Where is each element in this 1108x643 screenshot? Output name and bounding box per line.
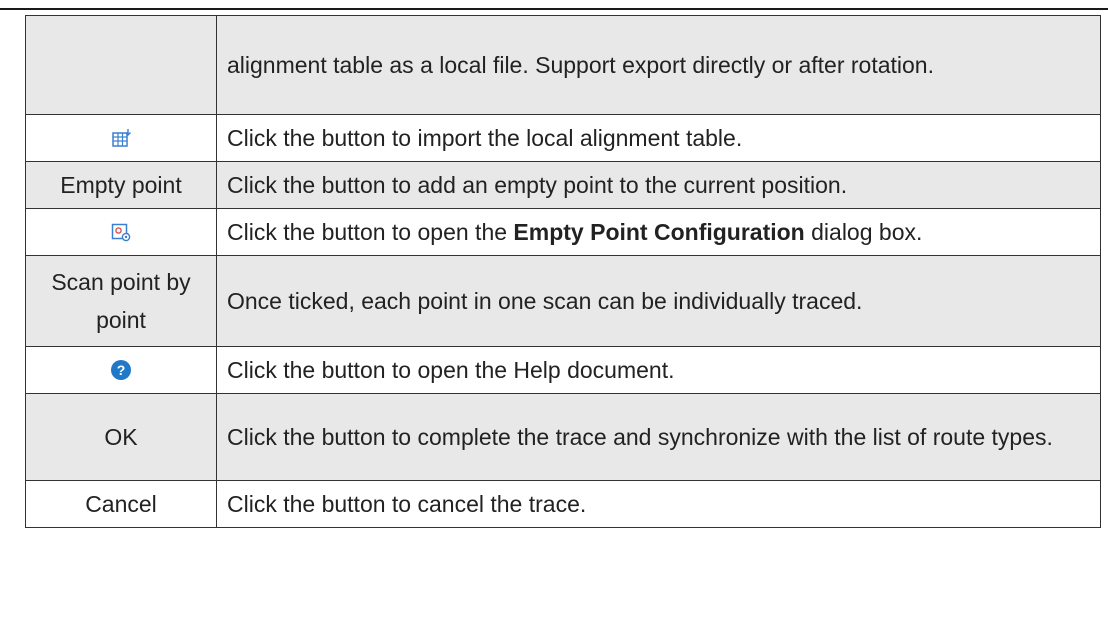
- row-description: Once ticked, each point in one scan can …: [216, 255, 1101, 347]
- help-icon[interactable]: ?: [30, 359, 212, 381]
- table-row: Click the button to open the Empty Point…: [25, 208, 1101, 256]
- row-label: Empty point: [25, 161, 217, 209]
- parameter-table: alignment table as a local file. Support…: [25, 15, 1101, 528]
- row-description: Click the button to cancel the trace.: [216, 480, 1101, 528]
- table-row: Click the button to import the local ali…: [25, 114, 1101, 162]
- description-text: dialog box.: [804, 219, 923, 245]
- row-description: Click the button to open the Help docume…: [216, 346, 1101, 394]
- row-description: alignment table as a local file. Support…: [216, 15, 1101, 115]
- top-rule: [0, 8, 1108, 10]
- row-description: Click the button to import the local ali…: [216, 114, 1101, 162]
- row-description: Click the button to add an empty point t…: [216, 161, 1101, 209]
- row-description: Click the button to open the Empty Point…: [216, 208, 1101, 256]
- dialog-name: Empty Point Configuration: [513, 219, 805, 245]
- empty-point-config-icon[interactable]: [30, 222, 212, 242]
- row-label: OK: [25, 393, 217, 481]
- table-row: Empty point Click the button to add an e…: [25, 161, 1101, 209]
- row-icon-cell: ?: [25, 346, 217, 394]
- table-row: ? Click the button to open the Help docu…: [25, 346, 1101, 394]
- import-table-icon[interactable]: [30, 128, 212, 148]
- row-label: [25, 15, 217, 115]
- row-icon-cell: [25, 208, 217, 256]
- table-row: Cancel Click the button to cancel the tr…: [25, 480, 1101, 528]
- description-text: Click the button to open the: [227, 219, 514, 245]
- table-row: Scan point by point Once ticked, each po…: [25, 255, 1101, 347]
- row-label: Scan point by point: [25, 255, 217, 347]
- row-description: Click the button to complete the trace a…: [216, 393, 1101, 481]
- svg-text:?: ?: [117, 362, 126, 378]
- table-row: alignment table as a local file. Support…: [25, 15, 1101, 115]
- row-icon-cell: [25, 114, 217, 162]
- table-row: OK Click the button to complete the trac…: [25, 393, 1101, 481]
- row-label: Cancel: [25, 480, 217, 528]
